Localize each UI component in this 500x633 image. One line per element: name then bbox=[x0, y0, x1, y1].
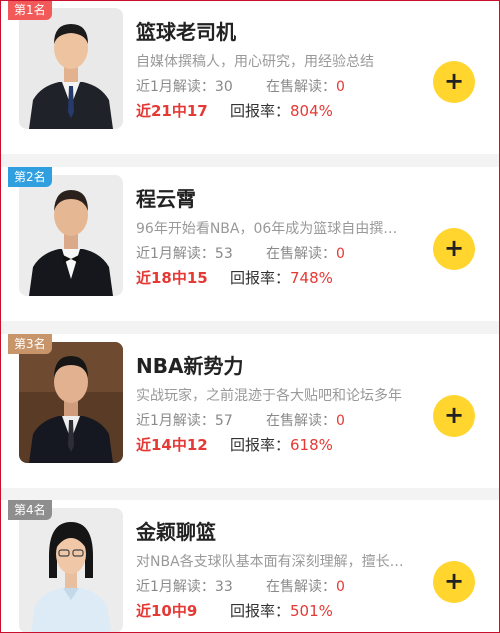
on-sale-value: 0 bbox=[336, 246, 345, 262]
month-reads-label: 近1月解读： bbox=[136, 579, 215, 595]
expert-ranking-list: 第1名 篮球老司机 自媒体撰稿人，用心研究，用经验总结 近1月解读：30 在售解… bbox=[0, 0, 500, 633]
month-reads-value: 53 bbox=[214, 246, 233, 262]
avatar[interactable] bbox=[19, 508, 123, 633]
rank-badge: 第2名 bbox=[8, 167, 52, 187]
follow-button[interactable]: + bbox=[433, 228, 475, 270]
plus-icon: + bbox=[443, 401, 465, 429]
on-sale-label: 在售解读： bbox=[266, 246, 336, 262]
month-reads: 近1月解读：33 bbox=[136, 576, 233, 596]
return-rate-value: 501% bbox=[290, 602, 333, 620]
plus-icon: + bbox=[443, 67, 465, 95]
avatar[interactable] bbox=[19, 175, 123, 296]
rank-badge: 第1名 bbox=[8, 0, 52, 20]
return-rate-label: 回报率： bbox=[230, 602, 291, 620]
return-rate-value: 618% bbox=[290, 436, 333, 454]
rank-badge: 第3名 bbox=[8, 334, 52, 354]
on-sale-label: 在售解读： bbox=[266, 579, 336, 595]
return-rate-label: 回报率： bbox=[230, 269, 291, 287]
month-reads: 近1月解读：30 bbox=[136, 76, 233, 96]
return-rate-value: 804% bbox=[290, 102, 333, 120]
expert-name[interactable]: 篮球老司机 bbox=[136, 16, 236, 45]
return-rate: 回报率：618% bbox=[230, 434, 333, 455]
month-reads: 近1月解读：57 bbox=[136, 410, 233, 430]
on-sale-label: 在售解读： bbox=[266, 413, 336, 429]
expert-card-2[interactable]: 第2名 程云霄 96年开始看NBA，06年成为篮球自由撰稿人 近1月解读：53 … bbox=[0, 167, 500, 321]
expert-card-1[interactable]: 第1名 篮球老司机 自媒体撰稿人，用心研究，用经验总结 近1月解读：30 在售解… bbox=[0, 0, 500, 154]
expert-name[interactable]: 程云霄 bbox=[136, 183, 196, 212]
follow-button[interactable]: + bbox=[433, 395, 475, 437]
on-sale-reads: 在售解读：0 bbox=[266, 576, 345, 596]
on-sale-value: 0 bbox=[336, 579, 345, 595]
plus-icon: + bbox=[443, 234, 465, 262]
avatar[interactable] bbox=[19, 8, 123, 129]
month-reads-value: 57 bbox=[214, 413, 233, 429]
rank-badge: 第4名 bbox=[8, 500, 52, 520]
expert-description: 对NBA各支球队基本面有深刻理解，擅长分析 bbox=[136, 554, 404, 570]
return-rate-label: 回报率： bbox=[230, 436, 291, 454]
month-reads-label: 近1月解读： bbox=[136, 246, 215, 262]
month-reads: 近1月解读：53 bbox=[136, 243, 233, 263]
on-sale-value: 0 bbox=[336, 413, 345, 429]
avatar[interactable] bbox=[19, 342, 123, 463]
on-sale-reads: 在售解读：0 bbox=[266, 76, 345, 96]
return-rate: 回报率：501% bbox=[230, 600, 333, 621]
hit-record: 近14中12 bbox=[136, 436, 208, 454]
on-sale-label: 在售解读： bbox=[266, 79, 336, 95]
month-reads-label: 近1月解读： bbox=[136, 413, 215, 429]
expert-description: 实战玩家，之前混迹于各大贴吧和论坛多年 bbox=[136, 388, 402, 404]
month-reads-value: 33 bbox=[214, 579, 233, 595]
expert-description: 自媒体撰稿人，用心研究，用经验总结 bbox=[136, 54, 374, 70]
return-rate: 回报率：748% bbox=[230, 267, 333, 288]
hit-record: 近10中9 bbox=[136, 602, 198, 620]
on-sale-reads: 在售解读：0 bbox=[266, 410, 345, 430]
hit-record: 近18中15 bbox=[136, 269, 208, 287]
expert-card-4[interactable]: 第4名 金颖聊篮 对NBA各支球队基本面有深刻理解，擅长分析 近1月解读：33 … bbox=[0, 500, 500, 633]
expert-name[interactable]: 金颖聊篮 bbox=[136, 516, 216, 545]
hit-record: 近21中17 bbox=[136, 102, 208, 120]
return-rate: 回报率：804% bbox=[230, 100, 333, 121]
on-sale-reads: 在售解读：0 bbox=[266, 243, 345, 263]
expert-description: 96年开始看NBA，06年成为篮球自由撰稿人 bbox=[136, 221, 404, 237]
expert-card-3[interactable]: 第3名 NBA新势力 实战玩家，之前混迹于各大贴吧和论坛多年 近1月解读：57 … bbox=[0, 334, 500, 488]
on-sale-value: 0 bbox=[336, 79, 345, 95]
follow-button[interactable]: + bbox=[433, 61, 475, 103]
return-rate-value: 748% bbox=[290, 269, 333, 287]
follow-button[interactable]: + bbox=[433, 561, 475, 603]
month-reads-value: 30 bbox=[214, 79, 233, 95]
month-reads-label: 近1月解读： bbox=[136, 79, 215, 95]
return-rate-label: 回报率： bbox=[230, 102, 291, 120]
expert-name[interactable]: NBA新势力 bbox=[136, 350, 243, 379]
plus-icon: + bbox=[443, 567, 465, 595]
